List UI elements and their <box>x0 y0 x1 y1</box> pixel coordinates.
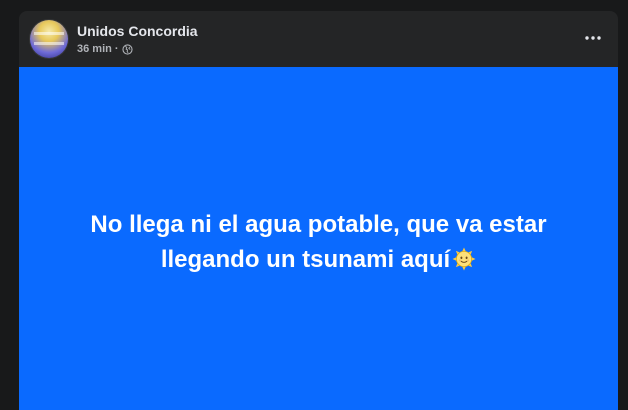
post-text: No llega ni el agua potable, que va esta… <box>90 210 547 273</box>
avatar-detail <box>34 32 64 35</box>
post-header: Unidos Concordia 36 min · <box>19 11 618 67</box>
meta-separator: · <box>114 43 119 55</box>
avatar[interactable] <box>30 20 68 58</box>
post-card: Unidos Concordia 36 min · No llega ni el… <box>19 11 618 410</box>
globe-icon[interactable] <box>121 43 133 55</box>
sun-with-face-emoji-icon <box>452 246 476 270</box>
post-meta: 36 min · <box>77 42 133 56</box>
more-options-button[interactable] <box>582 29 604 47</box>
more-options-icon <box>585 36 601 40</box>
post-content: No llega ni el agua potable, que va esta… <box>19 67 618 410</box>
post-text-container: No llega ni el agua potable, que va esta… <box>59 207 579 277</box>
post-time[interactable]: 36 min <box>77 43 112 55</box>
avatar-detail <box>34 42 64 45</box>
page-name[interactable]: Unidos Concordia <box>77 23 198 39</box>
